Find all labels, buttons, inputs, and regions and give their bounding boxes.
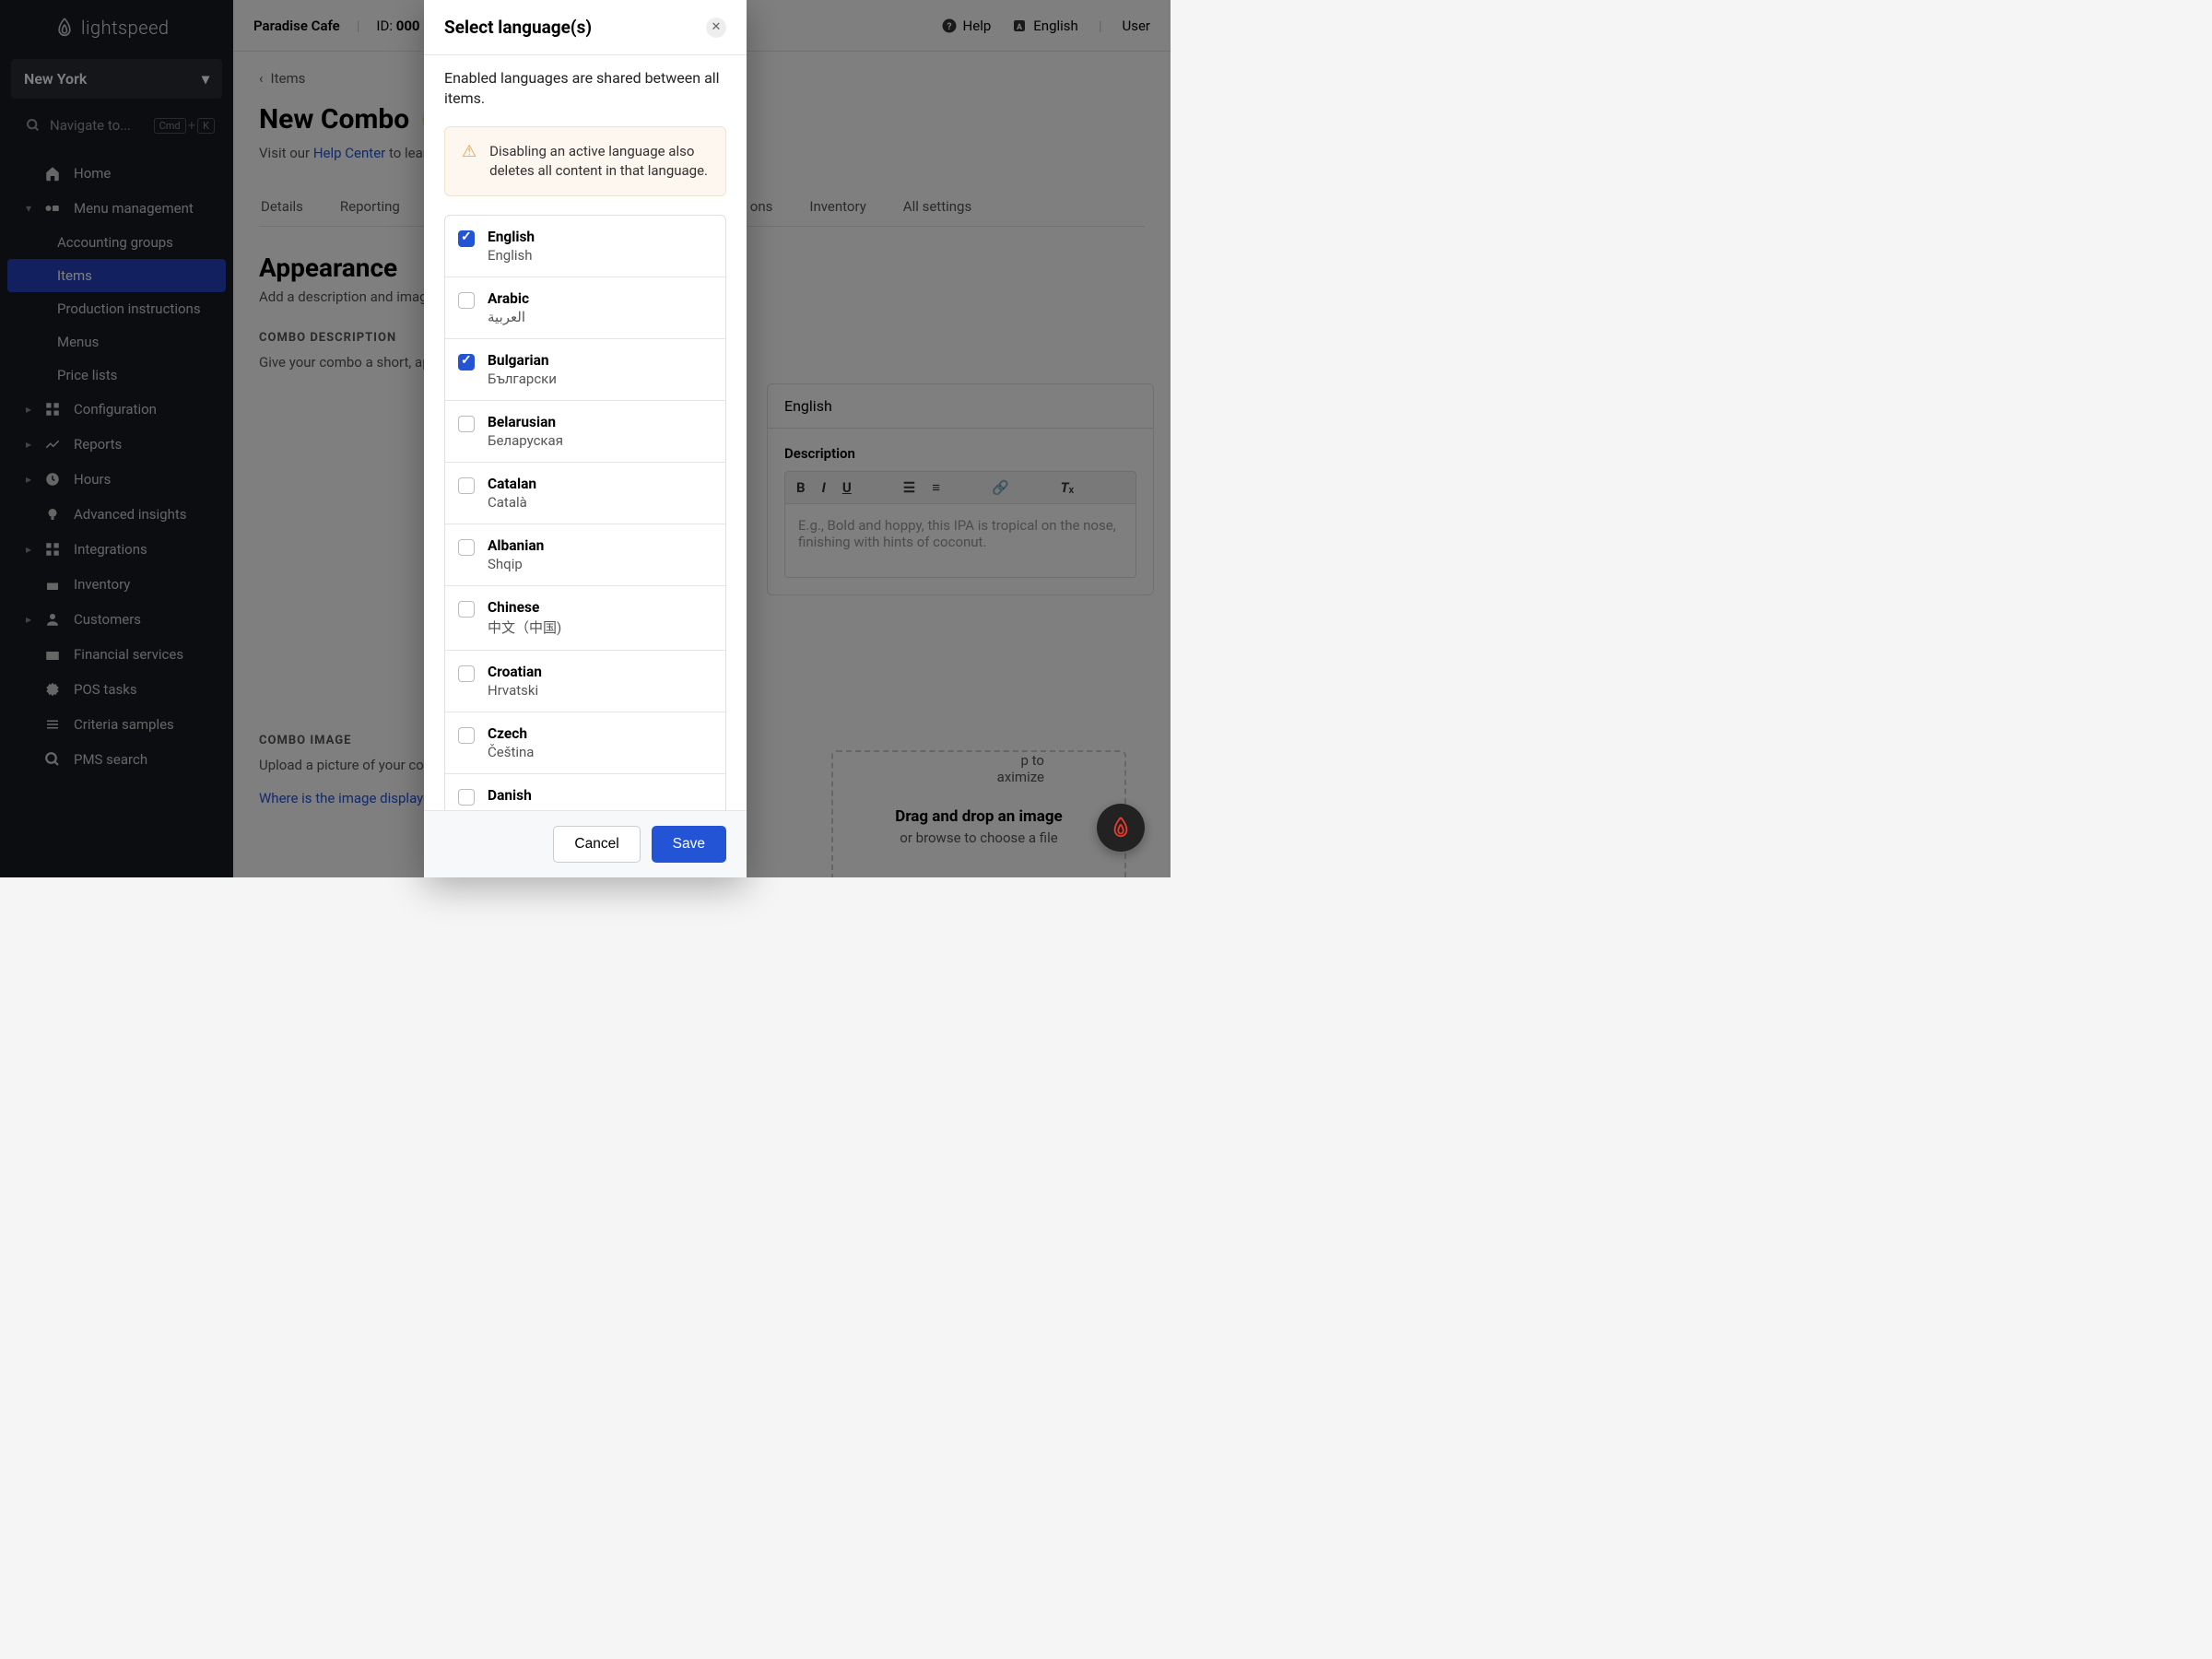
language-name: Danish bbox=[488, 787, 532, 804]
language-name: English bbox=[488, 229, 535, 245]
warning-box: ⚠ Disabling an active language also dele… bbox=[444, 126, 726, 196]
language-name: Catalan bbox=[488, 476, 536, 492]
language-native: Hrvatski bbox=[488, 682, 542, 699]
modal-title: Select language(s) bbox=[444, 17, 592, 38]
language-row-belarusian[interactable]: Belarusian Беларуская bbox=[445, 401, 725, 463]
language-native: Čeština bbox=[488, 744, 534, 760]
language-name: Chinese bbox=[488, 599, 561, 616]
language-native: Български bbox=[488, 371, 557, 387]
language-native: Català bbox=[488, 494, 536, 511]
language-checkbox[interactable] bbox=[458, 477, 475, 494]
warning-text: Disabling an active language also delete… bbox=[489, 142, 709, 181]
cancel-button[interactable]: Cancel bbox=[553, 826, 640, 863]
language-row-albanian[interactable]: Albanian Shqip bbox=[445, 524, 725, 586]
language-row-arabic[interactable]: Arabic العربية bbox=[445, 277, 725, 339]
language-row-croatian[interactable]: Croatian Hrvatski bbox=[445, 651, 725, 712]
language-native: Shqip bbox=[488, 556, 544, 572]
language-name: Albanian bbox=[488, 537, 544, 554]
support-fab[interactable] bbox=[1097, 804, 1145, 852]
language-list: English English Arabic العربية Bulgarian Бълг… bbox=[444, 215, 726, 810]
language-checkbox[interactable] bbox=[458, 354, 475, 371]
language-checkbox[interactable] bbox=[458, 292, 475, 309]
language-row-english[interactable]: English English bbox=[445, 216, 725, 277]
language-name: Arabic bbox=[488, 290, 529, 307]
warning-icon: ⚠ bbox=[462, 142, 477, 181]
language-row-danish[interactable]: Danish bbox=[445, 774, 725, 810]
language-name: Belarusian bbox=[488, 414, 563, 430]
language-row-bulgarian[interactable]: Bulgarian Български bbox=[445, 339, 725, 401]
language-name: Bulgarian bbox=[488, 352, 557, 369]
language-native: English bbox=[488, 247, 535, 264]
language-checkbox[interactable] bbox=[458, 665, 475, 682]
flame-icon bbox=[1111, 816, 1131, 840]
language-checkbox[interactable] bbox=[458, 539, 475, 556]
modal-intro: Enabled languages are shared between all… bbox=[444, 68, 726, 110]
language-checkbox[interactable] bbox=[458, 727, 475, 744]
language-native: 中文（中国) bbox=[488, 618, 561, 637]
save-button[interactable]: Save bbox=[652, 826, 726, 863]
language-row-chinese[interactable]: Chinese 中文（中国) bbox=[445, 586, 725, 651]
language-name: Czech bbox=[488, 725, 534, 742]
language-modal: Select language(s) ✕ Enabled languages a… bbox=[424, 0, 747, 877]
language-checkbox[interactable] bbox=[458, 416, 475, 432]
language-checkbox[interactable] bbox=[458, 789, 475, 806]
language-row-catalan[interactable]: Catalan Català bbox=[445, 463, 725, 524]
language-native: العربية bbox=[488, 309, 529, 325]
language-checkbox[interactable] bbox=[458, 601, 475, 618]
language-name: Croatian bbox=[488, 664, 542, 680]
close-button[interactable]: ✕ bbox=[706, 18, 726, 38]
language-checkbox[interactable] bbox=[458, 230, 475, 247]
language-row-czech[interactable]: Czech Čeština bbox=[445, 712, 725, 774]
language-native: Беларуская bbox=[488, 432, 563, 449]
